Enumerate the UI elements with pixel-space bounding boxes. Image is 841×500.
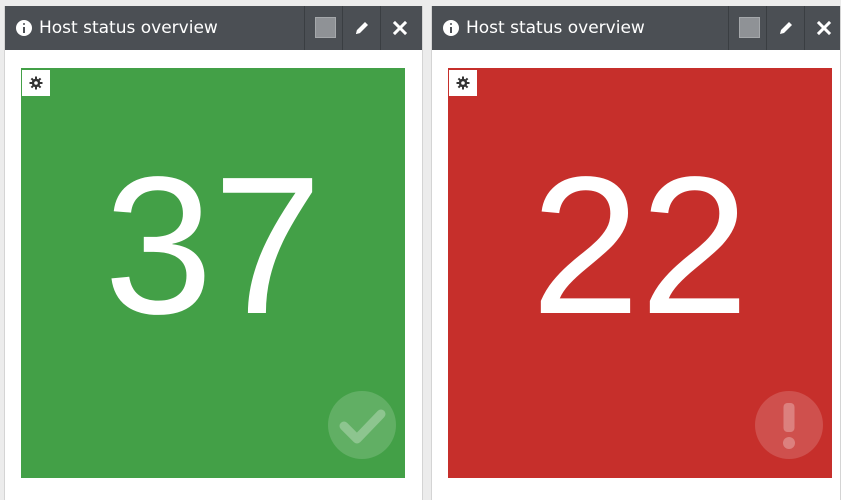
status-tile[interactable]: 22 (448, 68, 832, 478)
widget-title: Host status overview (466, 18, 645, 38)
close-icon (816, 20, 832, 36)
widget-header: Host status overview (432, 6, 840, 50)
maximize-button[interactable] (728, 6, 766, 50)
edit-button[interactable] (342, 6, 380, 50)
gear-icon (29, 76, 43, 90)
maximize-button[interactable] (304, 6, 342, 50)
host-count-value: 37 (103, 136, 322, 355)
host-status-widget-1: Host status overview 37 (4, 6, 423, 500)
widget-title: Host status overview (39, 18, 218, 38)
pencil-icon (780, 22, 792, 34)
info-icon[interactable] (16, 20, 32, 36)
status-tile[interactable]: 37 (21, 68, 405, 478)
edit-button[interactable] (766, 6, 804, 50)
square-icon (739, 17, 760, 38)
square-icon (315, 17, 336, 38)
widget-header: Host status overview (5, 6, 422, 50)
gear-icon (456, 76, 470, 90)
settings-button[interactable] (449, 70, 477, 96)
settings-button[interactable] (22, 70, 50, 96)
exclamation-circle-icon (755, 391, 823, 459)
pencil-icon (356, 22, 368, 34)
host-count-value: 22 (530, 136, 749, 355)
close-button[interactable] (380, 6, 418, 50)
check-circle-icon (328, 391, 396, 459)
host-status-widget-2: Host status overview 22 (431, 6, 841, 500)
close-button[interactable] (804, 6, 841, 50)
close-icon (392, 20, 408, 36)
info-icon[interactable] (443, 20, 459, 36)
